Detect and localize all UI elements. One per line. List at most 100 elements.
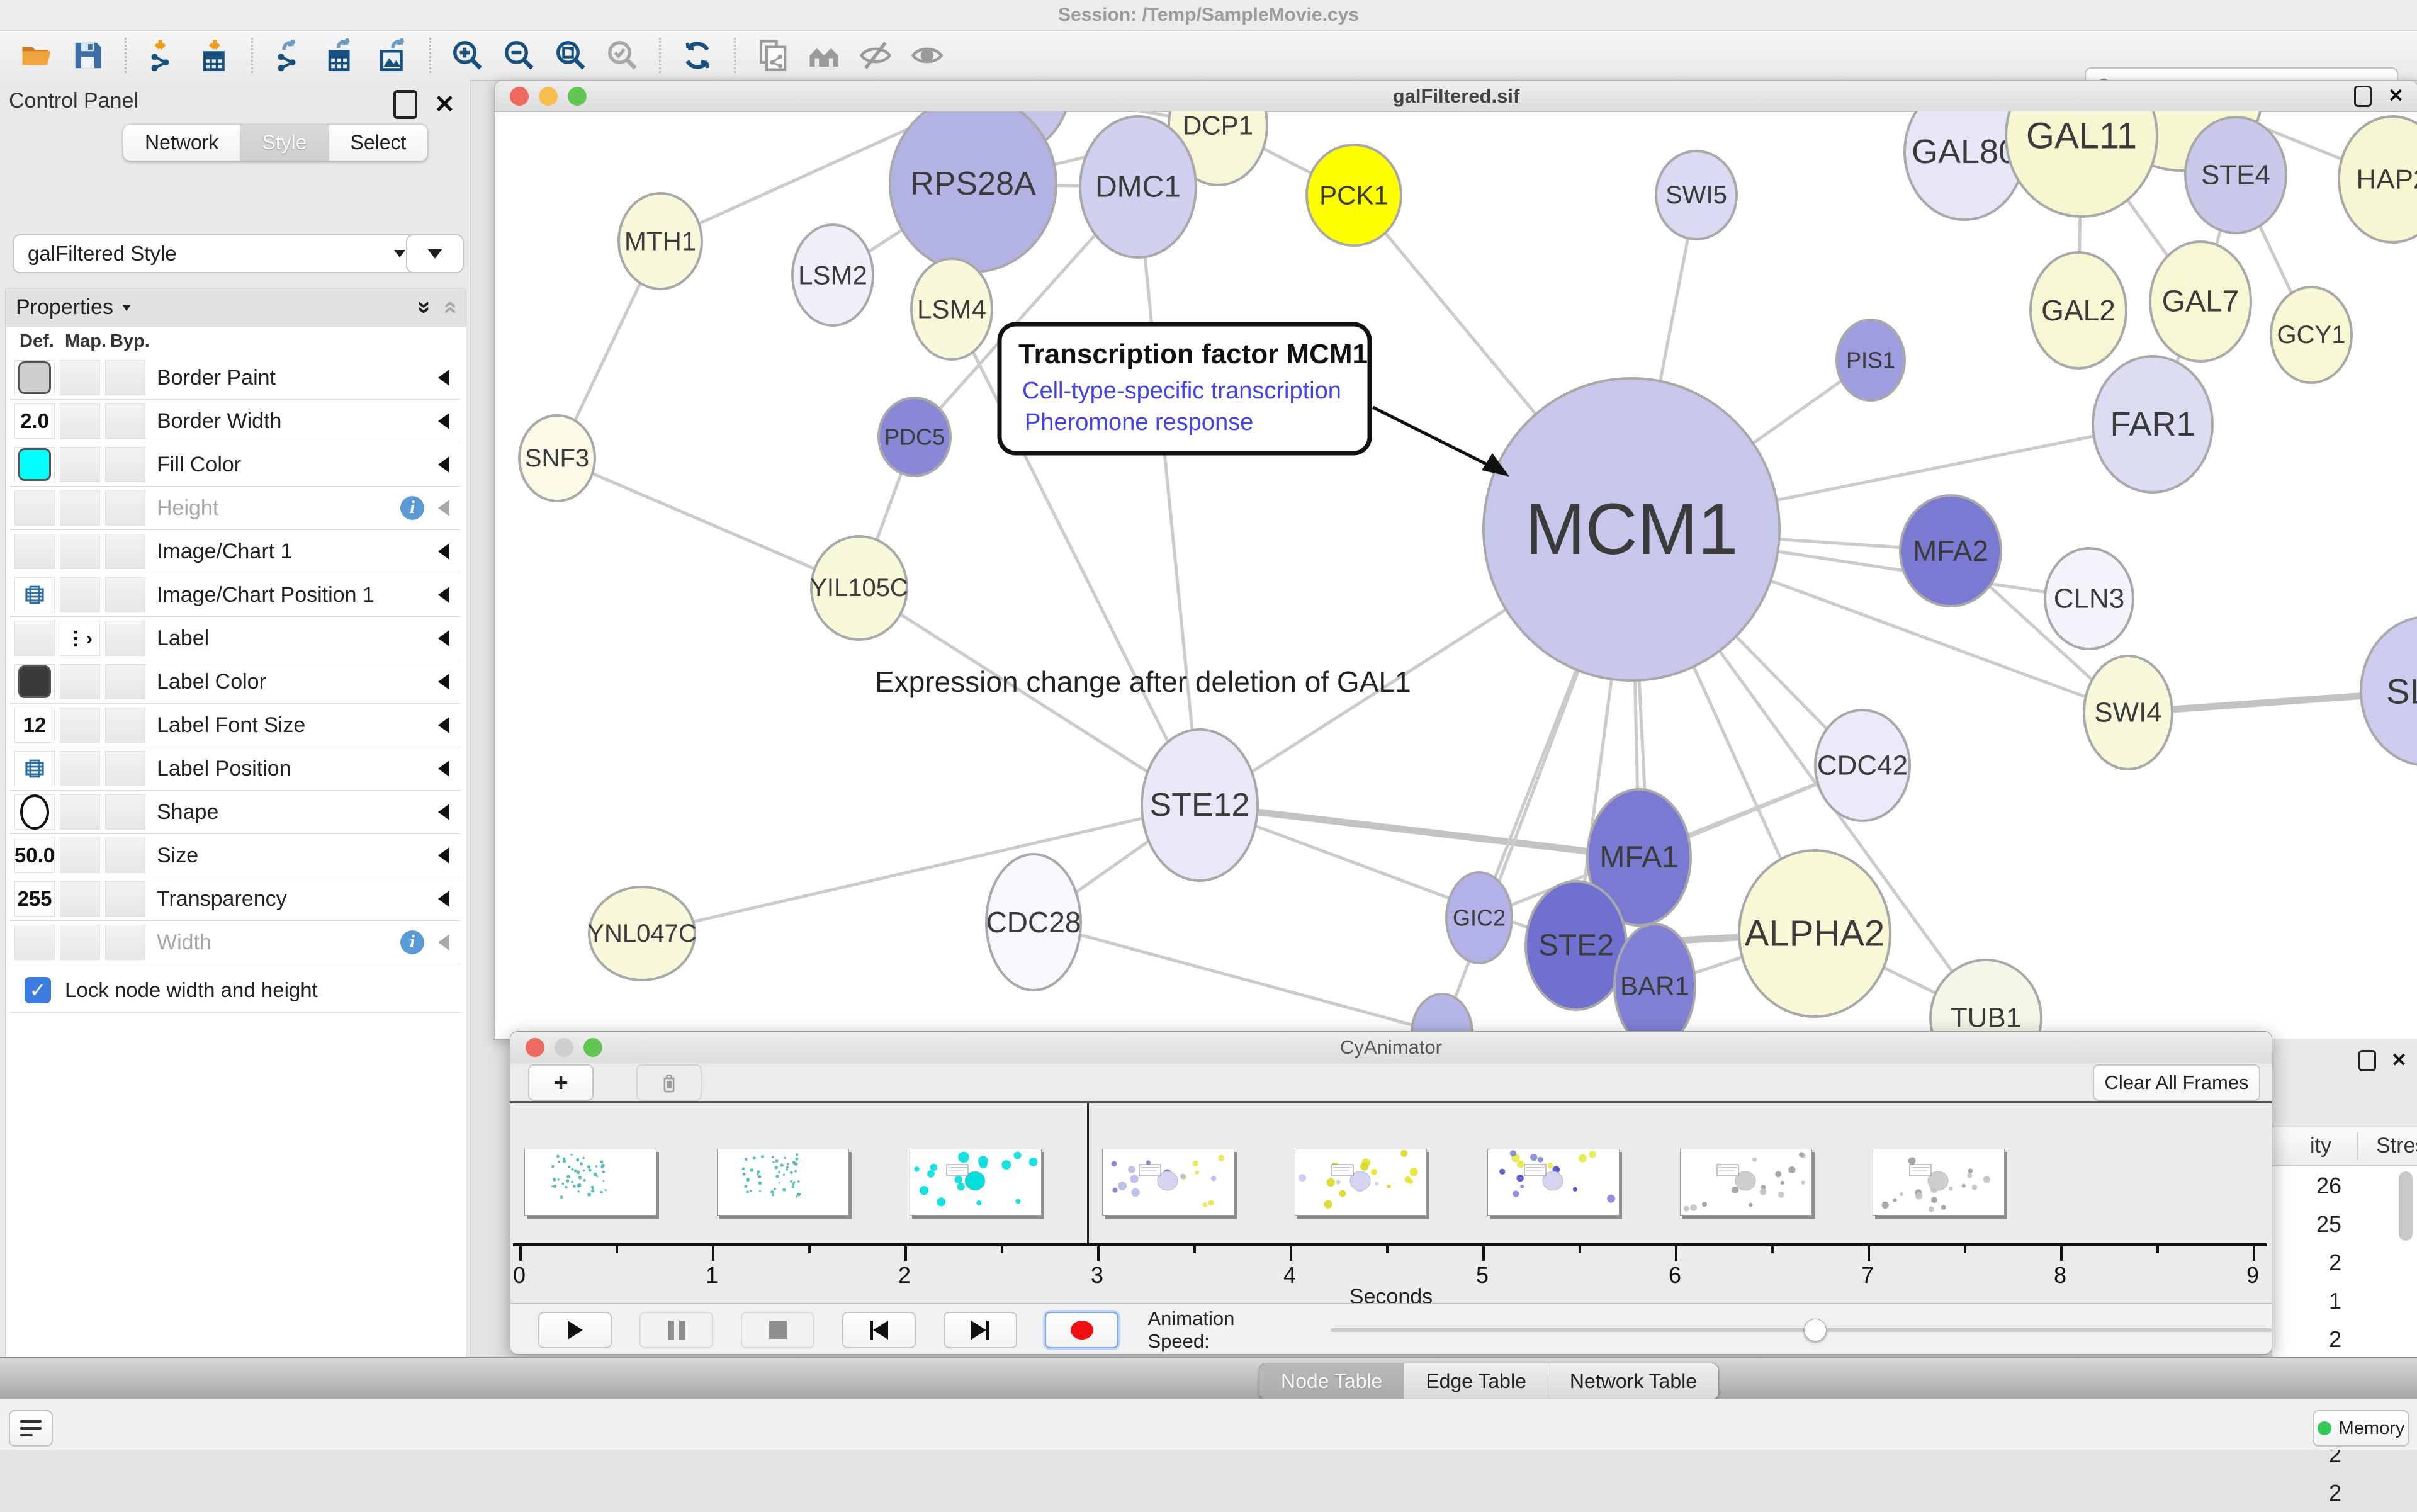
style-selector-dropdown[interactable]: galFiltered Style — [13, 234, 420, 273]
expand-all-icon[interactable]: » — [411, 301, 438, 314]
zoom-out-icon[interactable] — [502, 38, 537, 73]
network-edge[interactable] — [1034, 922, 1442, 1033]
network-node-RPS28A[interactable]: RPS28A — [890, 111, 1056, 272]
pause-button[interactable] — [639, 1312, 713, 1348]
network-node-PCK1[interactable]: PCK1 — [1307, 145, 1401, 245]
property-row-transparency[interactable]: 255Transparency — [9, 877, 461, 921]
network-node-HAP2[interactable]: HAP2 — [2339, 116, 2417, 242]
property-row-width[interactable]: Widthi — [9, 921, 461, 964]
network-node-GAL11[interactable]: GAL11 — [2006, 111, 2157, 217]
lock-dimensions-row[interactable]: ✓ Lock node width and height — [9, 968, 461, 1013]
network-node-YIL105C[interactable]: YIL105C — [810, 536, 908, 640]
network-node-TUB1[interactable]: TUB1 — [1930, 960, 2041, 1039]
network-node-CLN3[interactable]: CLN3 — [2045, 548, 2133, 649]
network-node-MFA2[interactable]: MFA2 — [1900, 495, 2001, 606]
float-view-icon[interactable] — [2354, 86, 2372, 107]
network-node-GAL7[interactable]: GAL7 — [2150, 242, 2251, 361]
panel-menu-button[interactable] — [9, 1410, 53, 1447]
network-node-LSM2[interactable]: LSM2 — [792, 225, 873, 325]
property-row-border-paint[interactable]: Border Paint — [9, 356, 461, 400]
delete-frame-button[interactable] — [636, 1064, 702, 1101]
show-all-icon[interactable] — [910, 38, 945, 73]
stop-button[interactable] — [741, 1312, 814, 1348]
skip-end-button[interactable] — [944, 1312, 1017, 1348]
tab-select[interactable]: Select — [329, 125, 428, 161]
network-node-SWI4[interactable]: SWI4 — [2084, 656, 2172, 769]
timeline-frame-7[interactable] — [1873, 1149, 2005, 1216]
timeline-frame-6[interactable] — [1680, 1149, 1812, 1216]
tab-network-table[interactable]: Network Table — [1548, 1363, 1718, 1399]
network-window-titlebar[interactable]: galFiltered.sif ✕ — [495, 81, 2417, 112]
caption-annotation[interactable]: Expression change after deletion of GAL1 — [875, 665, 1411, 698]
property-row-border-width[interactable]: 2.0Border Width — [9, 400, 461, 443]
style-options-dropdown[interactable] — [406, 234, 464, 273]
property-row-label[interactable]: ⋮›Label — [9, 617, 461, 660]
table-scrollbar[interactable] — [2399, 1171, 2413, 1241]
tab-node-table[interactable]: Node Table — [1259, 1363, 1404, 1399]
network-node-STE2[interactable]: STE2 — [1526, 881, 1626, 1010]
timeline-frame-5[interactable] — [1487, 1149, 1620, 1216]
network-node-SLT2[interactable]: SLT2 — [2361, 617, 2417, 765]
network-node-MCM1[interactable]: MCM1 — [1484, 378, 1779, 680]
export-network-icon[interactable] — [272, 38, 307, 73]
network-node-GIC2[interactable]: GIC2 — [1446, 872, 1512, 963]
network-node-SNF3[interactable]: SNF3 — [519, 415, 595, 501]
table-row[interactable]: 2 — [2272, 1243, 2348, 1282]
float-panel-icon[interactable] — [393, 90, 417, 119]
import-table-icon[interactable] — [197, 38, 232, 73]
memory-button[interactable]: Memory — [2313, 1410, 2409, 1447]
network-node-GCY1[interactable]: GCY1 — [2271, 287, 2352, 383]
property-row-shape[interactable]: Shape — [9, 791, 461, 834]
duplicate-network-icon[interactable] — [755, 38, 790, 73]
network-node-GAL2[interactable]: GAL2 — [2031, 252, 2126, 368]
network-node-CDC28[interactable]: CDC28 — [986, 854, 1081, 990]
network-edge[interactable] — [1138, 187, 1200, 805]
timeline-frame-1[interactable] — [717, 1149, 849, 1216]
network-node-MTH1[interactable]: MTH1 — [619, 193, 702, 289]
clear-all-frames-button[interactable]: Clear All Frames — [2093, 1064, 2260, 1101]
close-view-icon[interactable]: ✕ — [2388, 87, 2404, 106]
table-row[interactable]: 25 — [2272, 1205, 2348, 1243]
annotation-link-2[interactable]: Pheromone response — [1025, 409, 1253, 436]
checkbox-checked-icon[interactable]: ✓ — [25, 977, 51, 1003]
property-row-image-chart-position-1[interactable]: Image/Chart Position 1 — [9, 573, 461, 617]
timeline-frame-3[interactable] — [1102, 1149, 1234, 1216]
play-button[interactable] — [538, 1312, 612, 1348]
network-node-BAR1[interactable]: BAR1 — [1614, 924, 1695, 1039]
network-node-DMC1[interactable]: DMC1 — [1080, 116, 1196, 257]
timeline-playhead[interactable] — [1087, 1103, 1089, 1243]
close-panel-icon[interactable]: ✕ — [434, 93, 455, 116]
node-table-header[interactable]: ity Stres — [2272, 1127, 2417, 1166]
network-node-PDC5[interactable]: PDC5 — [879, 398, 950, 476]
network-node-FAR1[interactable]: FAR1 — [2093, 356, 2212, 492]
network-node-ALPHA2[interactable]: ALPHA2 — [1739, 850, 1890, 1017]
table-row[interactable]: 1 — [2272, 1282, 2348, 1320]
refresh-icon[interactable] — [680, 38, 715, 73]
property-row-label-color[interactable]: Label Color — [9, 660, 461, 704]
table-row[interactable]: 2 — [2272, 1320, 2348, 1358]
hide-selected-icon[interactable] — [858, 38, 893, 73]
annotation-link-1[interactable]: Cell-type-specific transcription — [1022, 378, 1341, 404]
network-node-STE12[interactable]: STE12 — [1142, 730, 1258, 881]
network-node-LSM4[interactable]: LSM4 — [911, 259, 992, 359]
open-folder-icon[interactable] — [19, 38, 54, 73]
zoom-in-icon[interactable] — [450, 38, 485, 73]
zoom-selected-icon[interactable] — [605, 38, 640, 73]
property-row-height[interactable]: Heighti — [9, 487, 461, 530]
properties-header[interactable]: Properties » » — [6, 288, 466, 327]
skip-start-button[interactable] — [842, 1312, 916, 1348]
record-button[interactable] — [1045, 1312, 1118, 1348]
tab-style[interactable]: Style — [240, 125, 329, 161]
network-edge[interactable] — [642, 805, 1200, 934]
timeline-frame-4[interactable] — [1295, 1149, 1427, 1216]
property-row-image-chart-1[interactable]: Image/Chart 1 — [9, 530, 461, 573]
network-node-PIS1[interactable]: PIS1 — [1837, 320, 1905, 400]
tab-edge-table[interactable]: Edge Table — [1404, 1363, 1548, 1399]
network-node-YNL047C[interactable]: YNL047C — [587, 887, 696, 980]
cyanimator-titlebar[interactable]: CyAnimator — [510, 1032, 2272, 1063]
slider-knob[interactable] — [1804, 1319, 1827, 1341]
cyanimator-timeline[interactable]: 0123456789 Seconds — [510, 1103, 2272, 1303]
add-frame-button[interactable]: + — [528, 1064, 594, 1101]
zoom-fit-icon[interactable] — [553, 38, 589, 73]
timeline-frame-2[interactable] — [910, 1149, 1042, 1216]
